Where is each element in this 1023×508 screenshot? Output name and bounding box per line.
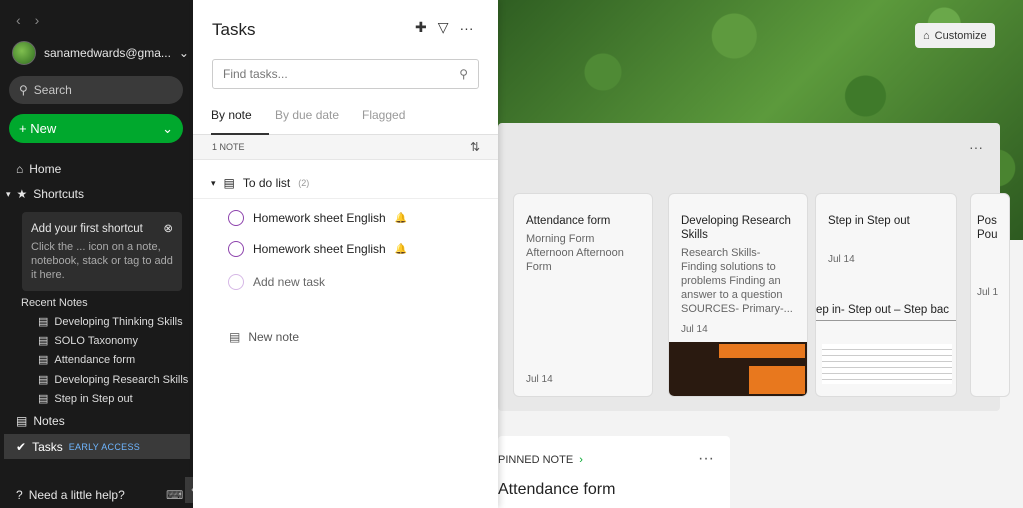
notes-icon: ▤ [16, 414, 28, 428]
recent-note-item[interactable]: ▤ Developing Research Skills [38, 373, 188, 387]
help-link[interactable]: ? Need a little help? [16, 488, 125, 502]
recent-notes-heading: Recent Notes [21, 297, 88, 309]
note-icon: ▤ [38, 393, 49, 405]
customize-button[interactable]: ⌂ Customize [915, 23, 995, 48]
account-switcher[interactable]: sanamedwards@gma... ⌄ [12, 41, 189, 65]
close-icon[interactable]: ⊗ [163, 222, 173, 236]
back-arrow-icon[interactable]: ‹ [16, 12, 21, 28]
check-circle-icon: ✔ [16, 439, 27, 454]
search-input[interactable]: ⚲ Search [9, 76, 183, 104]
search-icon: ⚲ [459, 67, 468, 81]
note-card[interactable]: Step in Step out Jul 14 ep in- Step out … [815, 193, 957, 397]
note-count-bar: 1 NOTE ⇅ [193, 135, 498, 160]
home-icon: ⌂ [16, 162, 24, 176]
task-checkbox [228, 274, 244, 290]
bell-icon: 🔔 [394, 212, 408, 224]
new-note-icon: ▤ [229, 330, 241, 344]
home-icon: ⌂ [923, 29, 930, 42]
recent-note-item[interactable]: ▤ Attendance form [38, 353, 135, 367]
note-preview: ep in- Step out – Step bac [816, 304, 956, 321]
recent-note-item[interactable]: ▤ Developing Thinking Skills [38, 315, 183, 329]
question-icon: ? [16, 488, 23, 502]
filter-icon[interactable]: ▽ [438, 19, 449, 36]
tab-flagged[interactable]: Flagged [362, 104, 405, 135]
add-task-row[interactable]: Add new task [228, 274, 325, 290]
recent-note-item[interactable]: ▤ Step in Step out [38, 392, 133, 406]
recent-note-item[interactable]: ▤ SOLO Taxonomy [38, 334, 138, 348]
early-access-badge: EARLY ACCESS [68, 441, 141, 452]
note-card[interactable]: Attendance form Morning Form Afternoon A… [513, 193, 653, 397]
task-view-tabs: By note By due date Flagged [193, 104, 498, 135]
chevron-down-icon: ▾ [211, 177, 216, 188]
note-card[interactable]: Developing Research Skills Research Skil… [668, 193, 808, 397]
task-checkbox[interactable] [228, 210, 244, 226]
panel-title: Tasks [212, 20, 256, 39]
note-card[interactable]: Pos Pou Jul 1 [970, 193, 1010, 397]
divider [193, 198, 498, 199]
new-note-button[interactable]: ▤ New note [229, 330, 299, 344]
tab-by-due-date[interactable]: By due date [275, 104, 362, 135]
chevron-down-icon: ▾ [6, 188, 11, 199]
star-icon: ★ [16, 187, 28, 201]
note-icon: ▤ [38, 374, 49, 386]
sidebar: ‹ › sanamedwards@gma... ⌄ ⚲ Search + New… [0, 0, 193, 508]
sort-icon[interactable]: ⇅ [470, 140, 480, 154]
note-thumbnail [822, 344, 952, 384]
note-thumbnail [669, 342, 807, 396]
task-checkbox[interactable] [228, 241, 244, 257]
chevron-down-icon: ⌄ [178, 46, 189, 60]
task-group[interactable]: ▾ ▤ To do list (2) [211, 176, 309, 190]
note-icon: ▤ [38, 316, 49, 328]
chevron-down-icon[interactable]: ⌄ [162, 121, 173, 137]
app-window: ⌂ Customize ··· Attendance form Morning … [0, 0, 1023, 508]
search-icon: ⚲ [19, 83, 28, 97]
plus-icon: + [19, 121, 27, 136]
keyboard-icon[interactable]: ⌨ [166, 488, 183, 502]
sidebar-item-notes[interactable]: ▤ Notes [16, 414, 65, 428]
find-tasks-input[interactable]: Find tasks... ⚲ [212, 59, 479, 89]
sidebar-item-shortcuts[interactable]: ▾ ★ Shortcuts [6, 187, 84, 201]
sidebar-item-home[interactable]: ⌂ Home [16, 162, 61, 176]
chevron-right-icon[interactable]: › [579, 454, 583, 466]
task-item[interactable]: Homework sheet English 🔔 [228, 210, 407, 226]
avatar [12, 41, 36, 65]
sidebar-item-tasks[interactable]: ✔ Tasks EARLY ACCESS [4, 434, 190, 459]
bell-icon: 🔔 [394, 243, 408, 255]
pinned-note-title: Attendance form [498, 481, 616, 498]
tasks-panel: Tasks ✚ ▽ ··· Find tasks... ⚲ By note By… [193, 0, 498, 508]
more-options-icon[interactable]: ··· [698, 450, 714, 468]
tab-by-note[interactable]: By note [211, 104, 269, 135]
pinned-note-widget[interactable]: PINNED NOTE › Attendance form ··· [498, 436, 730, 508]
pinned-note-label: PINNED NOTE [498, 454, 574, 466]
note-icon: ▤ [38, 335, 49, 347]
forward-arrow-icon[interactable]: › [35, 12, 40, 28]
add-task-icon[interactable]: ✚ [415, 19, 427, 36]
note-icon: ▤ [38, 354, 49, 366]
more-options-icon[interactable]: ··· [460, 20, 474, 36]
new-button[interactable]: + New ⌄ [9, 114, 183, 143]
note-icon: ▤ [223, 176, 235, 190]
more-options-icon[interactable]: ··· [969, 139, 983, 155]
shortcut-hint: Add your first shortcut ⊗ Click the ... i… [22, 212, 182, 291]
task-item[interactable]: Homework sheet English 🔔 [228, 241, 407, 257]
